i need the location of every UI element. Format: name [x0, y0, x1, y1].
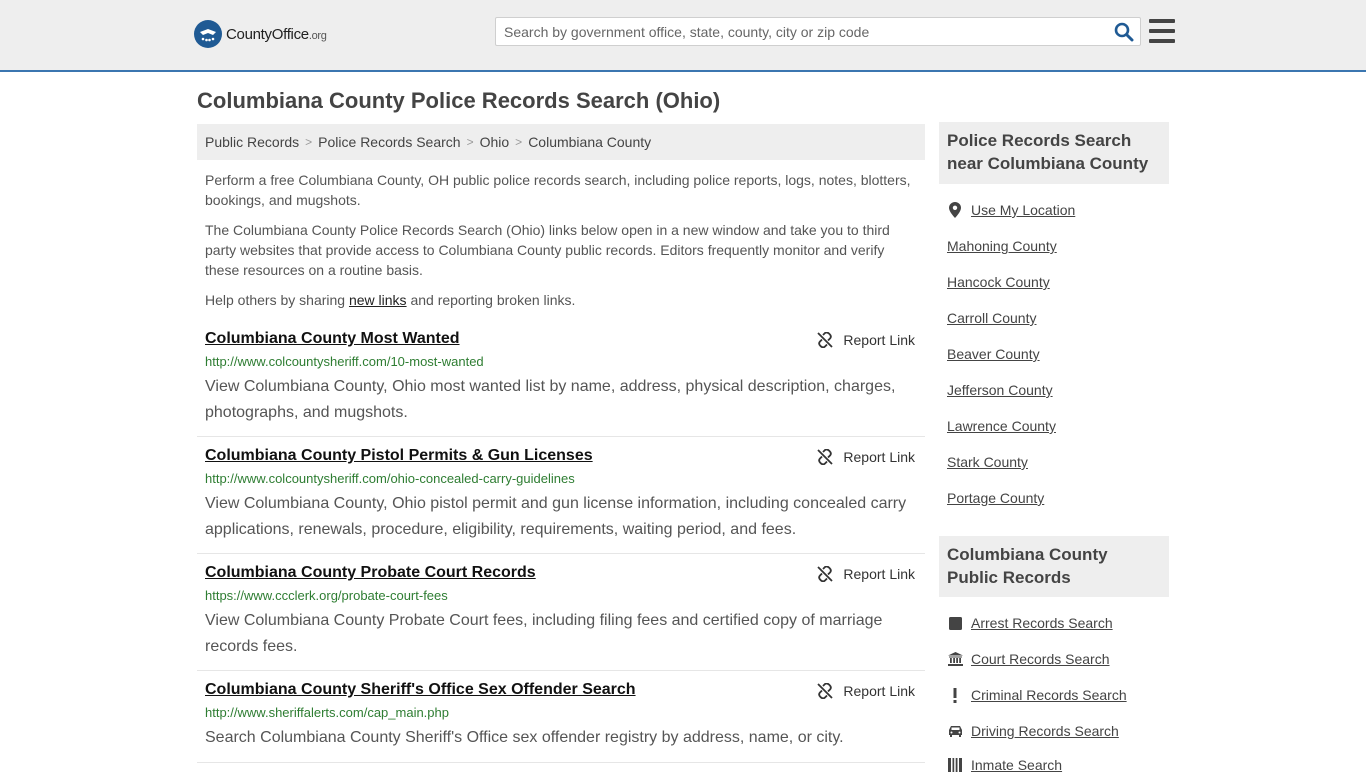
map-pin-icon: [947, 202, 963, 218]
arrest-records-search-link[interactable]: Arrest Records Search: [947, 615, 1113, 631]
result-item: Columbiana County Sheriff's Office Sex O…: [197, 681, 925, 763]
report-link-label: Report Link: [843, 332, 915, 348]
logo-text: CountyOffice: [226, 25, 309, 43]
courthouse-icon: [947, 651, 963, 667]
breadcrumb-separator: >: [305, 135, 313, 149]
page-title: Columbiana County Police Records Search …: [197, 88, 721, 113]
broken-link-icon: [817, 332, 834, 348]
site-logo[interactable]: CountyOffice.org: [194, 20, 327, 48]
exclamation-icon: [947, 687, 963, 703]
broken-link-icon: [817, 449, 834, 465]
result-url: http://www.sheriffalerts.com/cap_main.ph…: [205, 705, 449, 720]
intro-paragraph-2: The Columbiana County Police Records Sea…: [205, 222, 890, 278]
report-link-label: Report Link: [843, 566, 915, 582]
nearby-section-title: Police Records Search near Columbiana Co…: [939, 122, 1169, 184]
public-records-section-title: Columbiana County Public Records: [939, 536, 1169, 597]
report-link-button[interactable]: Report Link: [817, 449, 915, 465]
nearby-county-link[interactable]: Hancock County: [947, 274, 1050, 290]
result-description: View Columbiana County, Ohio pistol perm…: [205, 495, 907, 538]
search-icon: [1114, 22, 1134, 42]
report-link-button[interactable]: Report Link: [817, 332, 915, 348]
hamburger-menu-icon[interactable]: [1149, 19, 1175, 43]
result-url: https://www.ccclerk.org/probate-court-fe…: [205, 588, 448, 603]
car-icon: [947, 723, 963, 739]
result-title-link[interactable]: Columbiana County Pistol Permits & Gun L…: [205, 447, 593, 465]
result-url: http://www.colcountysheriff.com/10-most-…: [205, 354, 484, 369]
breadcrumb-separator: >: [466, 135, 474, 149]
search-box: [495, 17, 1141, 46]
breadcrumb-separator: >: [515, 135, 523, 149]
result-url: http://www.colcountysheriff.com/ohio-con…: [205, 471, 575, 486]
square-icon: [947, 615, 963, 631]
breadcrumb-columbiana-county[interactable]: Columbiana County: [528, 134, 651, 150]
report-link-label: Report Link: [843, 449, 915, 465]
broken-link-icon: [817, 566, 834, 582]
result-item: Columbiana County Pistol Permits & Gun L…: [197, 447, 925, 554]
breadcrumb-public-records[interactable]: Public Records: [205, 134, 299, 150]
broken-link-icon: [817, 683, 834, 699]
report-link-button[interactable]: Report Link: [817, 683, 915, 699]
nearby-county-link[interactable]: Portage County: [947, 490, 1044, 506]
nearby-county-link[interactable]: Stark County: [947, 454, 1028, 470]
intro-paragraph-3: Help others by sharing new links and rep…: [205, 292, 576, 308]
intro-paragraph-1: Perform a free Columbiana County, OH pub…: [205, 172, 911, 208]
breadcrumb: Public Records > Police Records Search >…: [197, 124, 925, 160]
result-item: Columbiana County Most Wanted Report Lin…: [197, 330, 925, 437]
report-link-button[interactable]: Report Link: [817, 566, 915, 582]
inmate-icon: [947, 757, 963, 773]
new-links-link[interactable]: new links: [349, 292, 407, 308]
use-my-location-link[interactable]: Use My Location: [947, 202, 1075, 218]
nearby-county-link[interactable]: Jefferson County: [947, 382, 1053, 398]
search-input[interactable]: [496, 18, 1096, 45]
report-link-label: Report Link: [843, 683, 915, 699]
nearby-county-link[interactable]: Carroll County: [947, 310, 1036, 326]
breadcrumb-ohio[interactable]: Ohio: [480, 134, 510, 150]
search-button[interactable]: [1114, 22, 1134, 42]
result-description: View Columbiana County, Ohio most wanted…: [205, 378, 896, 421]
logo-badge-icon: [194, 20, 222, 48]
court-records-search-link[interactable]: Court Records Search: [947, 651, 1110, 667]
result-title-link[interactable]: Columbiana County Probate Court Records: [205, 564, 536, 582]
driving-records-search-link[interactable]: Driving Records Search: [947, 723, 1119, 739]
inmate-search-link[interactable]: Inmate Search: [947, 757, 1062, 773]
site-header: CountyOffice.org: [0, 0, 1366, 72]
result-title-link[interactable]: Columbiana County Sheriff's Office Sex O…: [205, 681, 636, 699]
result-description: View Columbiana County Probate Court fee…: [205, 612, 883, 655]
nearby-county-link[interactable]: Lawrence County: [947, 418, 1056, 434]
breadcrumb-police-records-search[interactable]: Police Records Search: [318, 134, 460, 150]
result-title-link[interactable]: Columbiana County Most Wanted: [205, 330, 460, 348]
nearby-county-link[interactable]: Beaver County: [947, 346, 1040, 362]
result-item: Columbiana County Probate Court Records …: [197, 564, 925, 671]
logo-suffix: .org: [308, 29, 327, 42]
nearby-county-link[interactable]: Mahoning County: [947, 238, 1057, 254]
criminal-records-search-link[interactable]: Criminal Records Search: [947, 687, 1127, 703]
result-description: Search Columbiana County Sheriff's Offic…: [205, 729, 844, 746]
